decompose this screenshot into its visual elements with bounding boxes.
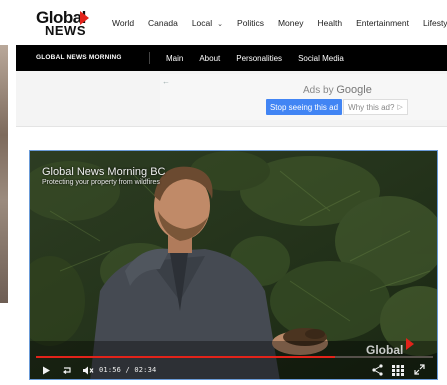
nav-item-politics[interactable]: Politics bbox=[237, 18, 264, 28]
top-navigation: Global NEWS World Canada Local ⌄ Politics… bbox=[0, 0, 447, 45]
watermark-arrow-icon bbox=[406, 338, 414, 350]
share-icon[interactable] bbox=[372, 364, 383, 376]
volume-muted-icon[interactable] bbox=[82, 365, 94, 376]
current-time: 01:56 bbox=[99, 366, 122, 374]
nav-item-world[interactable]: World bbox=[112, 18, 134, 28]
ads-by-text: Ads by bbox=[303, 85, 334, 96]
google-wordmark: Google bbox=[336, 84, 372, 96]
page: Global NEWS World Canada Local ⌄ Politics… bbox=[0, 0, 447, 385]
adjacent-article-image bbox=[0, 45, 8, 303]
video-subtitle: Protecting your property from wildfires bbox=[42, 179, 160, 186]
nav-item-money[interactable]: Money bbox=[278, 18, 304, 28]
time-separator: / bbox=[125, 366, 130, 374]
video-progress-bar[interactable] bbox=[36, 356, 433, 358]
nav-item-local[interactable]: Local ⌄ bbox=[192, 18, 223, 28]
nav-item-entertainment[interactable]: Entertainment bbox=[356, 18, 409, 28]
video-title: Global News Morning BC bbox=[42, 166, 166, 178]
grid-icon[interactable] bbox=[392, 364, 404, 376]
why-this-ad-label: Why this ad? bbox=[348, 102, 395, 112]
nav-item-canada[interactable]: Canada bbox=[148, 18, 178, 28]
chevron-down-icon: ⌄ bbox=[217, 20, 224, 28]
play-triangle-icon: ▷ bbox=[397, 104, 403, 111]
video-controls: 01:56 / 02:34 bbox=[30, 360, 437, 379]
show-sub-navigation: GLOBAL NEWS MORNING Main About Personali… bbox=[16, 45, 447, 71]
nav-item-lifestyle[interactable]: Lifestyl bbox=[423, 18, 447, 28]
sub-nav-item-about[interactable]: About bbox=[199, 54, 220, 63]
section-divider bbox=[16, 126, 447, 127]
show-name[interactable]: GLOBAL NEWS MORNING bbox=[36, 54, 122, 61]
main-nav-links: World Canada Local ⌄ Politics Money Healt… bbox=[112, 0, 447, 45]
sub-nav-links: Main About Personalities Social Media bbox=[150, 45, 344, 71]
global-news-logo[interactable]: Global NEWS bbox=[36, 8, 94, 38]
ads-by-google-label: Ads by Google bbox=[303, 84, 372, 96]
nav-item-local-label: Local bbox=[191, 17, 213, 28]
play-icon[interactable] bbox=[42, 366, 51, 375]
nav-item-health[interactable]: Health bbox=[317, 18, 342, 28]
sub-nav-item-social-media[interactable]: Social Media bbox=[298, 54, 344, 63]
duration: 02:34 bbox=[134, 366, 157, 374]
replay-icon[interactable] bbox=[62, 365, 73, 376]
back-arrow-icon[interactable]: ← bbox=[162, 77, 170, 86]
fullscreen-icon[interactable] bbox=[414, 364, 425, 375]
sub-nav-item-main[interactable]: Main bbox=[166, 54, 183, 63]
watermark-text: Global bbox=[366, 343, 404, 357]
sub-nav-item-personalities[interactable]: Personalities bbox=[236, 54, 282, 63]
video-player[interactable]: Global News Morning BC Protecting your p… bbox=[29, 150, 438, 380]
time-display: 01:56 / 02:34 bbox=[99, 366, 156, 374]
why-this-ad-button[interactable]: Why this ad? ▷ bbox=[343, 99, 408, 115]
stop-seeing-ad-button[interactable]: Stop seeing this ad bbox=[266, 99, 342, 115]
video-progress-fill bbox=[36, 356, 336, 358]
logo-wordmark-news: NEWS bbox=[45, 23, 86, 38]
